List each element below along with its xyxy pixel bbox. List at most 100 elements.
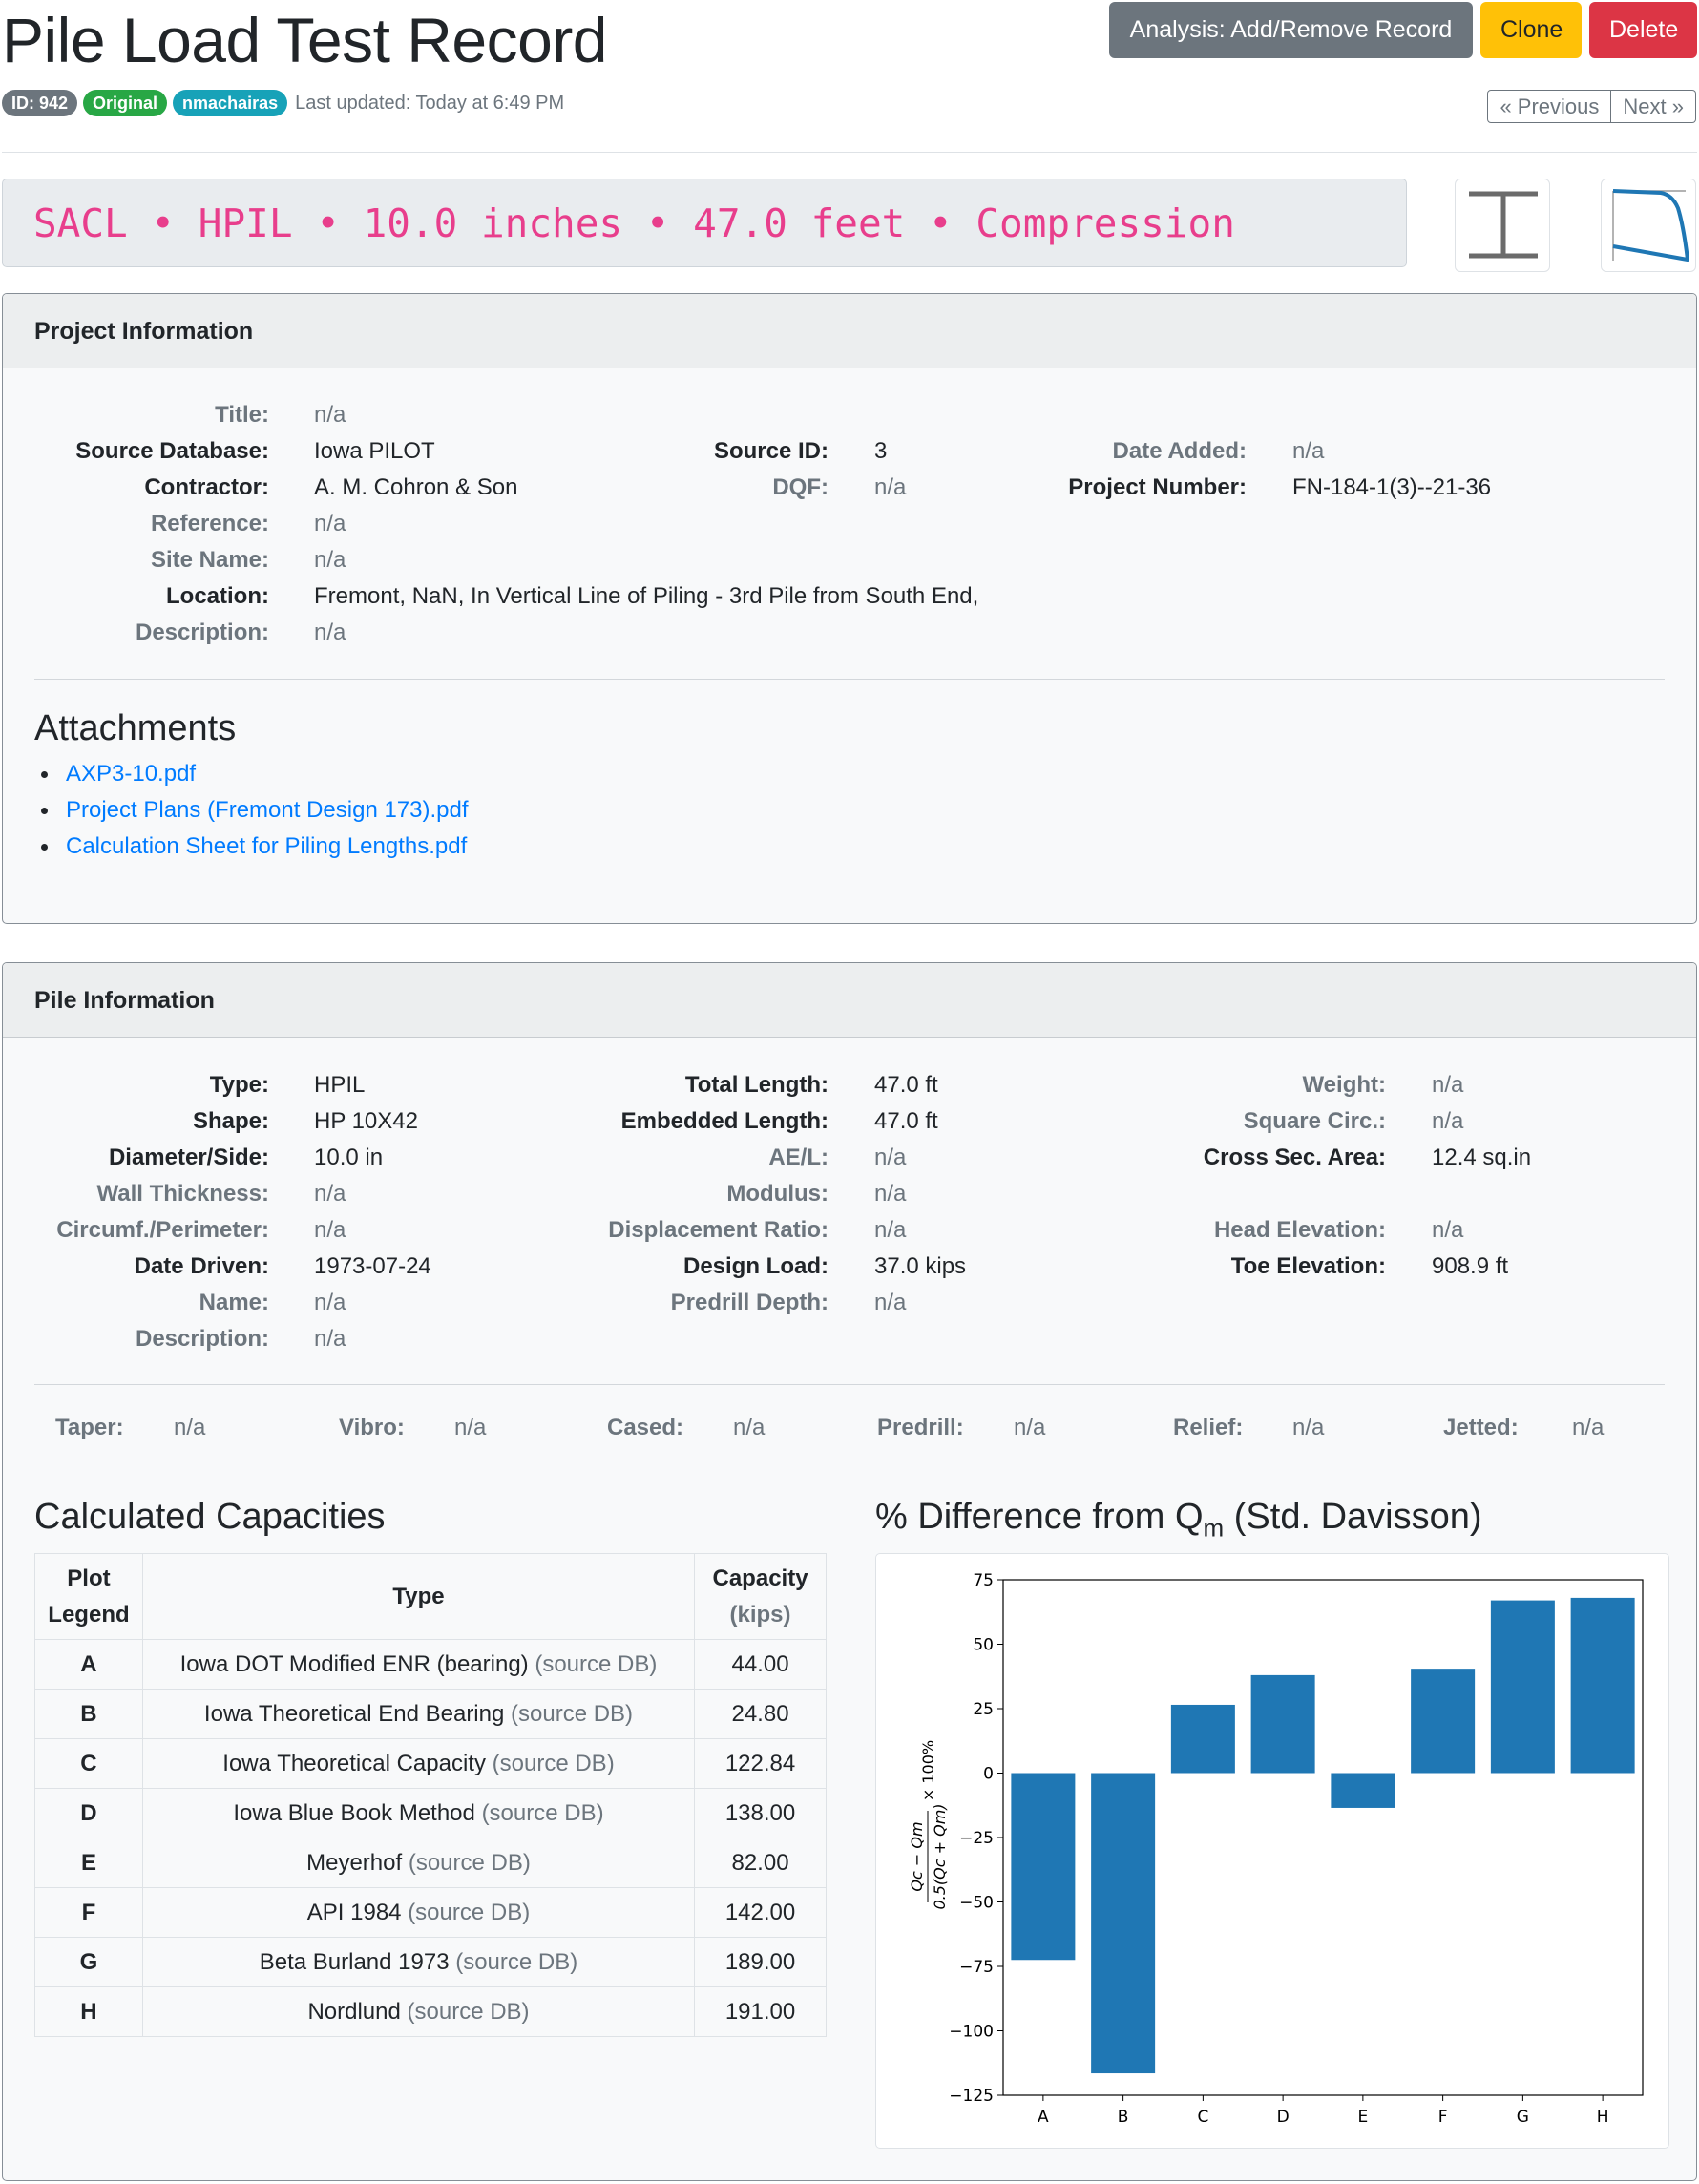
- toe-elevation-label: Toe Elevation:: [1230, 1253, 1386, 1279]
- predrill-depth-value: n/a: [874, 1290, 907, 1315]
- total-length-value: 47.0 ft: [874, 1072, 938, 1098]
- total-length-label: Total Length:: [684, 1072, 829, 1098]
- wall-thickness-label: Wall Thickness:: [96, 1181, 270, 1207]
- weight-label: Weight:: [1302, 1072, 1386, 1098]
- legend-cell: E: [34, 1838, 143, 1888]
- capacity-column-header: Capacity (kips): [694, 1553, 827, 1640]
- date-added-label: Date Added:: [1112, 438, 1247, 464]
- contractor-label: Contractor:: [144, 474, 269, 500]
- type-cell: Iowa Theoretical End Bearing (source DB): [141, 1689, 696, 1739]
- name-value: n/a: [314, 1290, 346, 1315]
- h-pile-icon[interactable]: [1455, 178, 1550, 272]
- delete-button[interactable]: Delete: [1589, 2, 1697, 58]
- description-value: n/a: [314, 620, 346, 645]
- date-added-value: n/a: [1292, 438, 1325, 464]
- capacity-cell: 191.00: [694, 1986, 827, 2037]
- relief-value: n/a: [1292, 1415, 1325, 1440]
- record-pager: « Previous Next »: [1487, 90, 1696, 123]
- type-cell: Meyerhof (source DB): [141, 1838, 696, 1888]
- square-circ-label: Square Circ.:: [1243, 1108, 1386, 1134]
- source-id-value: 3: [874, 438, 888, 464]
- list-item: Project Plans (Fremont Design 173).pdf: [41, 792, 469, 829]
- attachment-link[interactable]: Calculation Sheet for Piling Lengths.pdf: [66, 833, 467, 859]
- last-updated-text: Last updated: Today at 6:49 PM: [295, 92, 565, 114]
- y-tick-label: −75: [959, 1958, 994, 1977]
- predrill-label: Predrill:: [877, 1415, 964, 1440]
- design-load-label: Design Load:: [682, 1253, 829, 1279]
- list-item: AXP3-10.pdf: [41, 756, 469, 792]
- y-tick-label: −125: [949, 2087, 994, 2106]
- x-tick-label: E: [1358, 2108, 1369, 2127]
- y-axis-label-part: 0.5(Qc + Qm): [931, 1803, 949, 1909]
- table-row: C Iowa Theoretical Capacity (source DB) 12…: [34, 1738, 827, 1789]
- y-tick-label: −50: [959, 1894, 994, 1913]
- jetted-label: Jetted:: [1443, 1415, 1519, 1440]
- table-row: H Nordlund (source DB) 191.00: [34, 1986, 827, 2037]
- chart-bar-G: [1490, 1600, 1555, 1774]
- x-tick-label: C: [1197, 2108, 1208, 2127]
- x-tick-label: B: [1118, 2108, 1129, 2127]
- percent-difference-heading: % Difference from Qm (Std. Davisson): [875, 1497, 1482, 1543]
- clone-button[interactable]: Clone: [1480, 2, 1582, 58]
- x-tick-label: F: [1438, 2108, 1448, 2127]
- method-name: Beta Burland 1973: [259, 1948, 450, 1975]
- attachments-list: AXP3-10.pdf Project Plans (Fremont Desig…: [41, 756, 469, 865]
- site-name-label: Site Name:: [150, 547, 269, 573]
- table-row: B Iowa Theoretical End Bearing (source DB…: [34, 1689, 827, 1739]
- y-axis-label-part: × 100%: [919, 1740, 937, 1801]
- displacement-ratio-value: n/a: [874, 1217, 907, 1243]
- embedded-length-label: Embedded Length:: [620, 1108, 829, 1134]
- x-tick-label: H: [1597, 2108, 1609, 2127]
- name-label: Name:: [199, 1290, 269, 1315]
- type-cell: Nordlund (source DB): [141, 1986, 696, 2037]
- x-tick-label: G: [1517, 2108, 1529, 2127]
- y-tick-label: 25: [973, 1700, 994, 1719]
- type-cell: Iowa Theoretical Capacity (source DB): [141, 1738, 696, 1789]
- source-tag: (source DB): [511, 1700, 634, 1727]
- method-name: API 1984: [306, 1899, 402, 1925]
- previous-record-link[interactable]: « Previous: [1487, 90, 1612, 123]
- cased-label: Cased:: [607, 1415, 684, 1440]
- page-title: Pile Load Test Record: [2, 5, 608, 75]
- chart-bar-C: [1170, 1704, 1235, 1774]
- pile-divider: [34, 1384, 1665, 1385]
- attachment-link[interactable]: AXP3-10.pdf: [66, 761, 196, 787]
- next-record-link[interactable]: Next »: [1611, 90, 1696, 123]
- project-information-header: Project Information: [3, 294, 1696, 368]
- legend-cell: G: [34, 1937, 143, 1987]
- load-curve-icon[interactable]: [1601, 178, 1696, 272]
- predrill-value: n/a: [1014, 1415, 1046, 1440]
- shape-label: Shape:: [192, 1108, 269, 1134]
- y-tick-label: −25: [959, 1829, 994, 1848]
- toe-elevation-value: 908.9 ft: [1432, 1253, 1509, 1279]
- title-label: Title:: [215, 402, 269, 428]
- capacity-cell: 142.00: [694, 1887, 827, 1938]
- header-divider: [2, 152, 1697, 153]
- y-axis-label-part: Qc − Qm: [908, 1821, 926, 1891]
- legend-cell: B: [34, 1689, 143, 1739]
- weight-value: n/a: [1432, 1072, 1464, 1098]
- y-tick-label: 50: [973, 1636, 994, 1655]
- analysis-add-remove-button[interactable]: Analysis: Add/Remove Record: [1109, 2, 1473, 58]
- cross-sec-area-label: Cross Sec. Area:: [1203, 1144, 1386, 1170]
- capacities-table: Plot Legend Type Capacity (kips) A Iowa DOT…: [34, 1553, 827, 2037]
- method-name: Iowa DOT Modified ENR (bearing): [179, 1650, 529, 1677]
- location-label: Location:: [166, 583, 269, 609]
- dqf-label: DQF:: [772, 474, 829, 500]
- table-row: F API 1984 (source DB) 142.00: [34, 1887, 827, 1938]
- capacity-cell: 122.84: [694, 1738, 827, 1789]
- capacity-cell: 138.00: [694, 1788, 827, 1838]
- embedded-length-value: 47.0 ft: [874, 1108, 938, 1134]
- head-elevation-value: n/a: [1432, 1217, 1464, 1243]
- reference-value: n/a: [314, 511, 346, 536]
- method-name: Iowa Blue Book Method: [233, 1799, 475, 1826]
- method-name: Meyerhof: [306, 1849, 403, 1876]
- chart-bar-B: [1091, 1773, 1156, 2074]
- circumference-label: Circumf./Perimeter:: [56, 1217, 269, 1243]
- attachment-link[interactable]: Project Plans (Fremont Design 173).pdf: [66, 797, 469, 823]
- list-item: Calculation Sheet for Piling Lengths.pdf: [41, 829, 469, 865]
- displacement-ratio-label: Displacement Ratio:: [608, 1217, 829, 1243]
- source-database-value: Iowa PILOT: [314, 438, 435, 464]
- dqf-value: n/a: [874, 474, 907, 500]
- vibro-value: n/a: [454, 1415, 487, 1440]
